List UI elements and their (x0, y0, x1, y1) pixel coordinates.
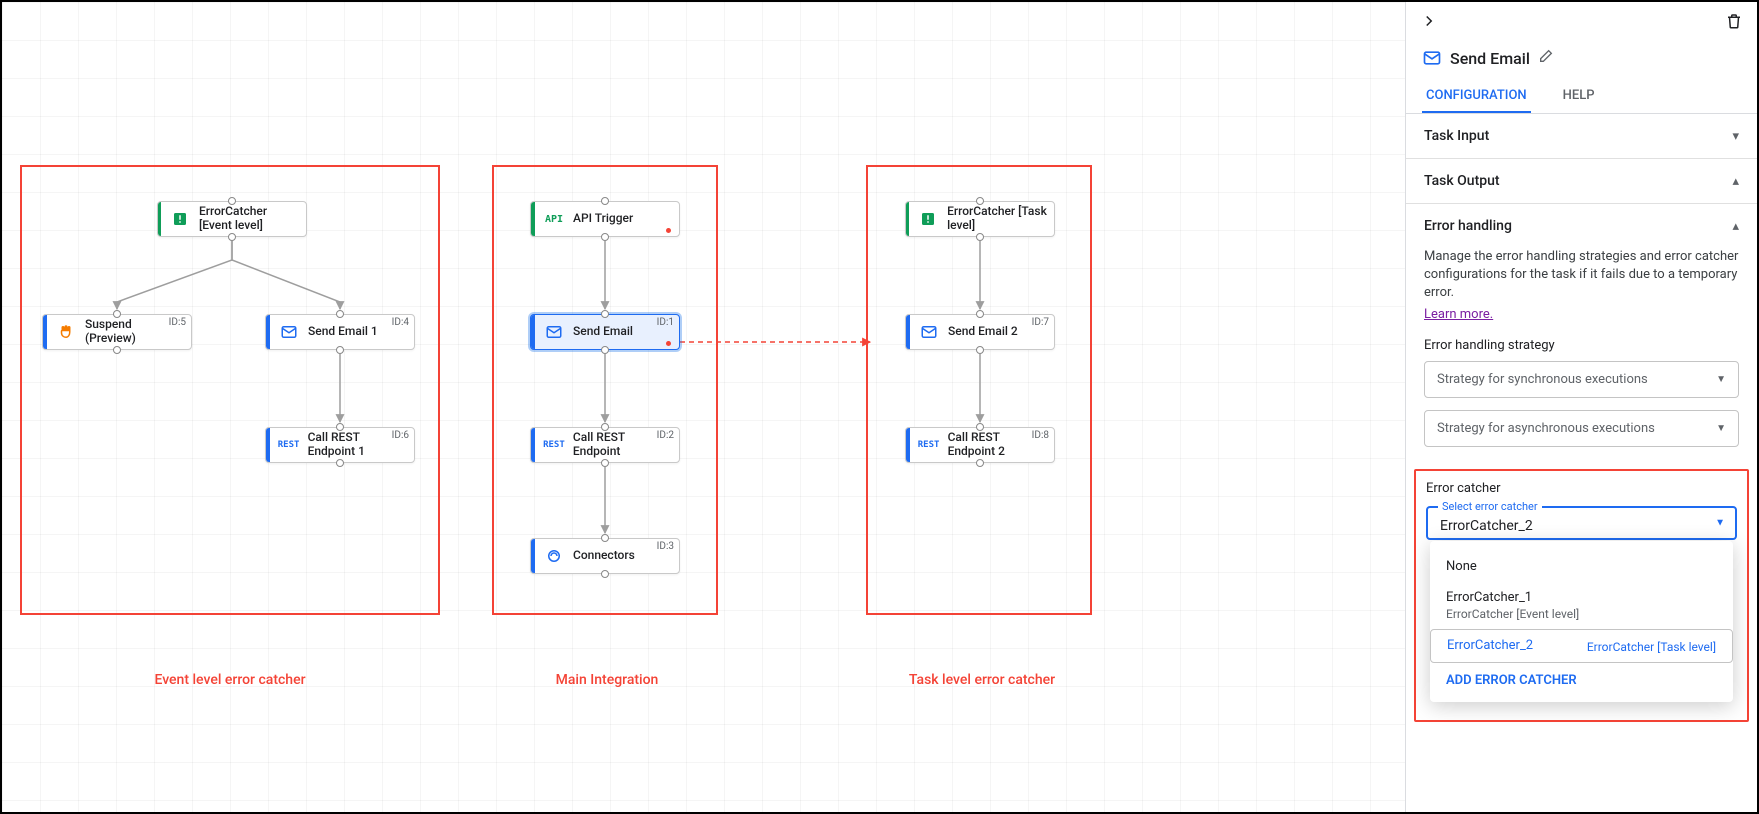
option-sublabel: ErrorCatcher [Event level] (1446, 607, 1717, 621)
node-send-email-2[interactable]: Send Email 2 ID:7 (905, 314, 1055, 350)
chevron-down-icon: ▼ (1716, 423, 1726, 434)
node-title: API Trigger (573, 212, 673, 226)
strategy-async-select[interactable]: Strategy for asynchronous executions ▼ (1424, 410, 1739, 447)
api-icon: API (543, 208, 565, 230)
error-catcher-dropdown: None ErrorCatcher_1 ErrorCatcher [Event … (1430, 541, 1733, 702)
node-send-email-main[interactable]: Send Email ID:1 (530, 314, 680, 350)
tab-help[interactable]: HELP (1559, 80, 1599, 113)
node-rest-1[interactable]: REST Call REST Endpoint 1 ID:6 (265, 427, 415, 463)
error-icon (917, 208, 939, 230)
chevron-down-icon: ▼ (1716, 374, 1726, 385)
section-title: Task Input (1424, 128, 1489, 144)
edit-title-button[interactable] (1538, 48, 1554, 68)
error-catcher-label: Error catcher (1426, 481, 1737, 496)
dropdown-option-ec1[interactable]: ErrorCatcher_1 ErrorCatcher [Event level… (1430, 582, 1733, 629)
node-id: ID:6 (392, 430, 409, 441)
section-title: Error handling (1424, 218, 1512, 234)
node-id: ID:4 (392, 317, 409, 328)
node-api-trigger[interactable]: API API Trigger (530, 201, 680, 237)
rest-icon: REST (278, 434, 300, 456)
add-error-catcher-button[interactable]: ADD ERROR CATCHER (1430, 663, 1733, 692)
node-send-email-1[interactable]: Send Email 1 ID:4 (265, 314, 415, 350)
node-id: ID:5 (169, 317, 186, 328)
select-placeholder: Strategy for synchronous executions (1437, 372, 1648, 387)
field-floating-label: Select error catcher (1438, 500, 1542, 513)
connectors-icon (543, 545, 565, 567)
option-sublabel: ErrorCatcher [Task level] (1587, 640, 1716, 654)
chevron-up-icon: ▴ (1732, 174, 1739, 189)
selection-label-event: Event level error catcher (130, 672, 330, 688)
panel-tabs: CONFIGURATION HELP (1406, 80, 1757, 114)
error-handling-description: Manage the error handling strategies and… (1424, 248, 1739, 303)
delete-button[interactable] (1725, 12, 1743, 34)
rest-icon: REST (918, 434, 940, 456)
section-task-output[interactable]: Task Output ▴ (1406, 159, 1757, 203)
node-id: ID:2 (657, 430, 674, 441)
dropdown-option-none[interactable]: None (1430, 551, 1733, 582)
node-id: ID:7 (1032, 317, 1049, 328)
node-rest-main[interactable]: REST Call REST Endpoint ID:2 (530, 427, 680, 463)
error-icon (169, 208, 191, 230)
node-errorcatcher-task[interactable]: ErrorCatcher [Task level] (905, 201, 1055, 237)
chevron-down-icon: ▼ (1715, 517, 1725, 528)
selection-label-main: Main Integration (507, 672, 707, 688)
selection-label-task: Task level error catcher (882, 672, 1082, 688)
option-label: ErrorCatcher_1 (1446, 590, 1717, 605)
node-id: ID:3 (657, 541, 674, 552)
select-placeholder: Strategy for asynchronous executions (1437, 421, 1655, 436)
node-id: ID:1 (657, 317, 674, 328)
node-rest-2[interactable]: REST Call REST Endpoint 2 ID:8 (905, 427, 1055, 463)
option-label: None (1446, 559, 1717, 574)
section-task-input[interactable]: Task Input ▾ (1406, 114, 1757, 158)
node-suspend[interactable]: Suspend (Preview) ID:5 (42, 314, 192, 350)
warning-dot (666, 228, 671, 233)
node-id: ID:8 (1032, 430, 1049, 441)
chevron-up-icon: ▴ (1732, 219, 1739, 234)
option-label: ErrorCatcher_2 (1447, 638, 1533, 653)
error-catcher-highlight: Error catcher Select error catcher Error… (1414, 469, 1749, 722)
node-title: ErrorCatcher [Event level] (199, 205, 300, 233)
warning-dot (666, 341, 671, 346)
learn-more-link[interactable]: Learn more. (1424, 307, 1493, 322)
section-title: Task Output (1424, 173, 1500, 189)
mail-icon (543, 321, 565, 343)
mail-icon (1422, 48, 1442, 68)
strategy-sync-select[interactable]: Strategy for synchronous executions ▼ (1424, 361, 1739, 398)
section-error-handling[interactable]: Error handling ▴ (1406, 204, 1757, 248)
node-errorcatcher-event[interactable]: ErrorCatcher [Event level] (157, 201, 307, 237)
collapse-panel-button[interactable] (1420, 12, 1438, 34)
integration-canvas[interactable]: Event level error catcher Main Integrati… (2, 2, 1405, 812)
node-connectors[interactable]: Connectors ID:3 (530, 538, 680, 574)
chevron-down-icon: ▾ (1732, 129, 1739, 144)
tab-configuration[interactable]: CONFIGURATION (1422, 80, 1531, 113)
error-catcher-select[interactable]: Select error catcher ErrorCatcher_2 ▼ (1426, 506, 1737, 540)
mail-icon (278, 321, 300, 343)
hand-icon (55, 321, 77, 343)
dropdown-option-ec2[interactable]: ErrorCatcher_2 ErrorCatcher [Task level] (1430, 629, 1733, 663)
panel-title: Send Email (1450, 49, 1530, 68)
rest-icon: REST (543, 434, 565, 456)
field-value: ErrorCatcher_2 (1440, 518, 1533, 534)
properties-panel: Send Email CONFIGURATION HELP Task Input… (1405, 2, 1757, 812)
mail-icon (918, 321, 940, 343)
node-title: ErrorCatcher [Task level] (947, 205, 1048, 233)
strategy-label: Error handling strategy (1424, 338, 1739, 353)
